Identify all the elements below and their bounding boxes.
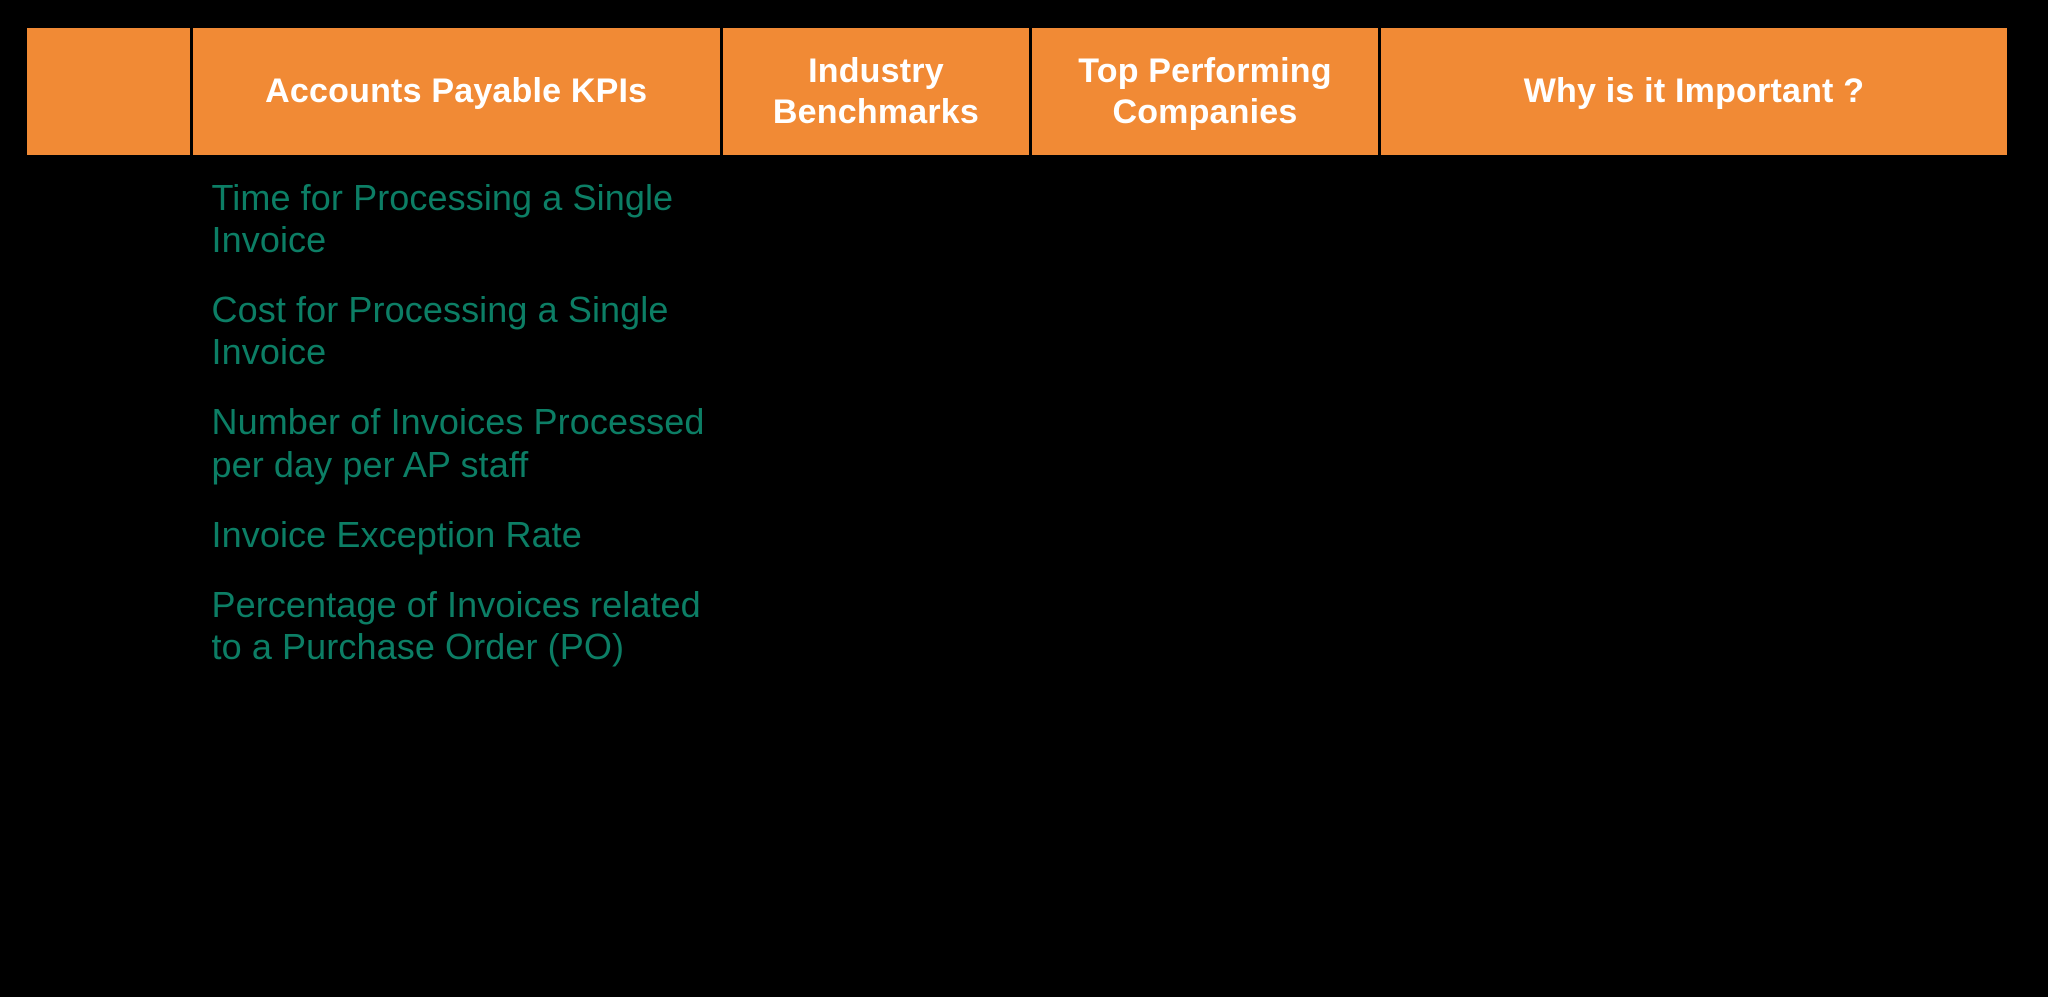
column-header-top-performing-companies-label: Top Performing Companies: [1078, 52, 1332, 131]
list-item[interactable]: Invoice Exception Rate: [212, 514, 712, 556]
body-column-top-performing-companies: [1031, 155, 1378, 997]
column-header-industry-benchmarks-label: Industry Benchmarks: [772, 52, 980, 131]
list-item[interactable]: Time for Processing a Single Invoice: [212, 177, 712, 261]
kpi-list: Time for Processing a Single Invoice Cos…: [193, 155, 720, 668]
column-header-why-is-it-important-label: Why is it Important ?: [1523, 72, 1865, 111]
column-header-accounts-payable-kpis[interactable]: Accounts Payable KPIs: [192, 28, 720, 155]
empty-cell: [1032, 155, 1378, 997]
body-column-industry-benchmarks: [722, 155, 1029, 997]
list-item[interactable]: Percentage of Invoices related to a Purc…: [212, 584, 712, 668]
table-body: Time for Processing a Single Invoice Cos…: [27, 155, 2007, 997]
body-column-accounts-payable-kpis: Time for Processing a Single Invoice Cos…: [192, 155, 720, 997]
column-header-why-is-it-important[interactable]: Why is it Important ?: [1380, 28, 2007, 155]
list-item[interactable]: Cost for Processing a Single Invoice: [212, 289, 712, 373]
body-column-why-is-it-important: [1380, 155, 2007, 997]
empty-cell: [1381, 155, 2007, 997]
empty-cell: [27, 155, 190, 997]
column-header-spacer: [27, 28, 190, 155]
body-column-spacer: [27, 155, 190, 997]
kpi-comparison-table: Accounts Payable KPIs Industry Benchmark…: [0, 0, 2048, 997]
column-header-accounts-payable-kpis-label: Accounts Payable KPIs: [265, 72, 648, 111]
column-header-top-performing-companies[interactable]: Top Performing Companies: [1032, 28, 1378, 155]
table-header-row: Accounts Payable KPIs Industry Benchmark…: [27, 28, 2007, 155]
list-item[interactable]: Number of Invoices Processed per day per…: [212, 401, 712, 485]
column-header-industry-benchmarks[interactable]: Industry Benchmarks: [722, 28, 1029, 155]
empty-cell: [723, 155, 1029, 997]
